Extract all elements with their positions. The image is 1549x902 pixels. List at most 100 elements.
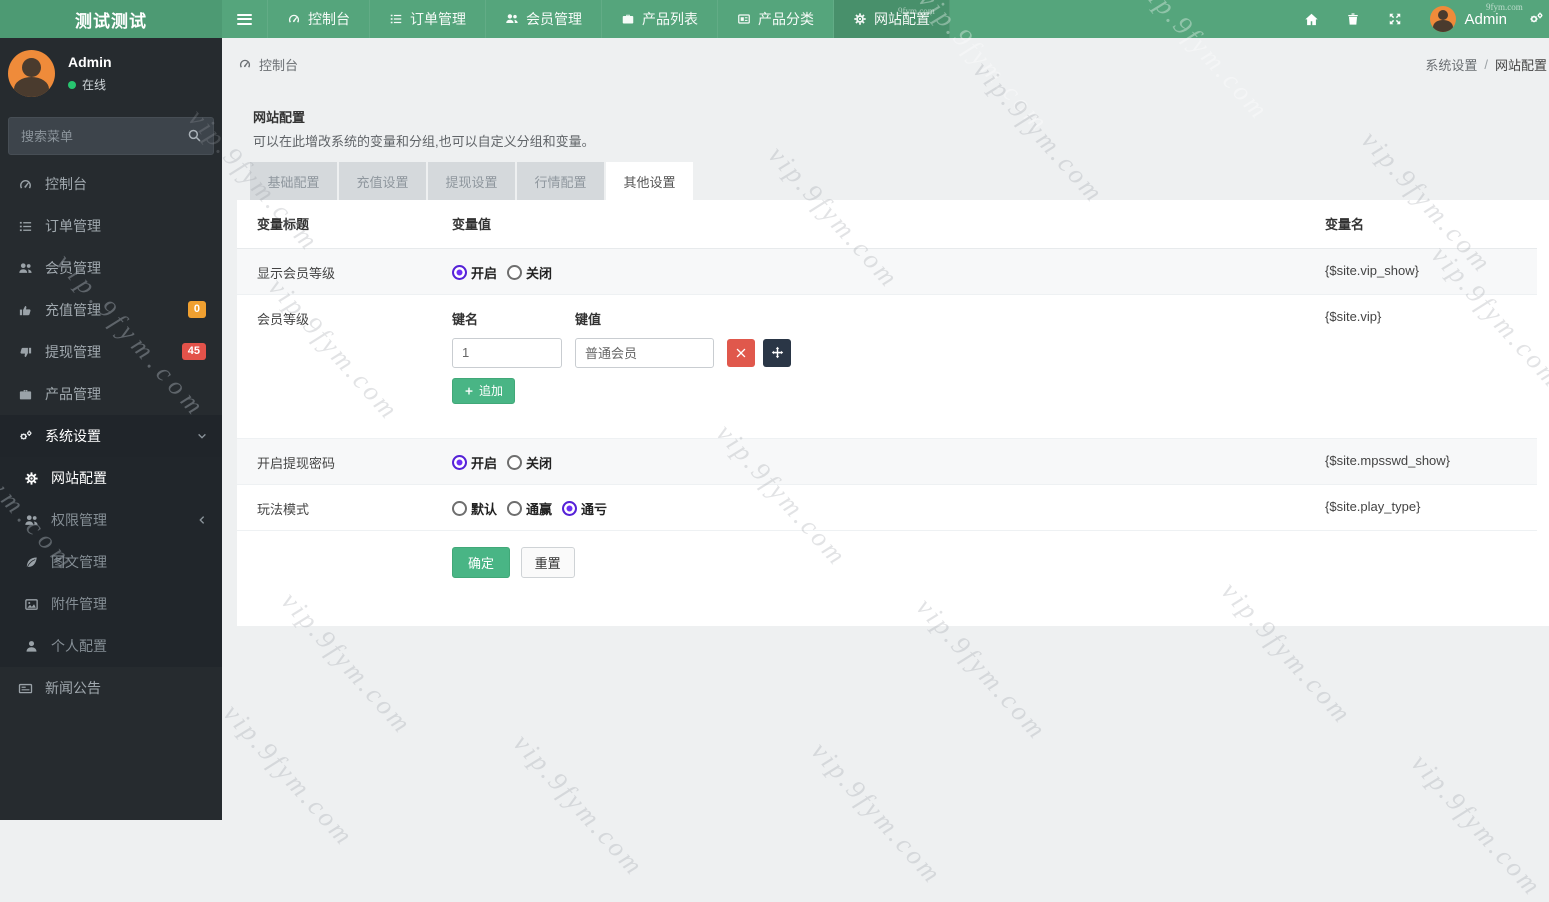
radio-label-default[interactable]: 默认 <box>471 499 497 518</box>
user-avatar[interactable] <box>1430 6 1456 32</box>
withdraw-password-radio-group: 开启 关闭 <box>452 453 1325 472</box>
home-button[interactable] <box>1290 0 1332 38</box>
sidebar-item-dashboard[interactable]: 控制台 <box>0 163 222 205</box>
trash-button[interactable] <box>1332 0 1374 38</box>
sidebar-toggle-button[interactable] <box>222 0 268 38</box>
sidebar-item-personal-config[interactable]: 个人配置 <box>0 625 222 667</box>
confirm-button[interactable]: 确定 <box>452 547 510 578</box>
radio-label-on[interactable]: 开启 <box>471 263 497 282</box>
avatar[interactable] <box>8 50 55 97</box>
reset-button[interactable]: 重置 <box>521 547 575 578</box>
sidebar-item-label: 个人配置 <box>51 636 107 656</box>
sidebar-item-label: 网站配置 <box>51 468 107 488</box>
gear-icon <box>853 12 867 26</box>
append-button-label: 追加 <box>479 382 503 399</box>
tab-market-config[interactable]: 行情配置 <box>517 162 604 200</box>
row-title: 开启提现密码 <box>237 438 452 484</box>
radio-label-off[interactable]: 关闭 <box>526 453 552 472</box>
radio-on[interactable] <box>452 455 467 470</box>
variable-name: {$site.mpsswd_show} <box>1325 438 1537 484</box>
page-heading: 控制台 <box>238 55 298 74</box>
key-value-input[interactable] <box>575 338 714 368</box>
home-icon <box>1304 12 1319 27</box>
delete-row-button[interactable] <box>727 339 755 367</box>
sidebar-item-members[interactable]: 会员管理 <box>0 247 222 289</box>
chevron-down-icon <box>196 430 208 442</box>
sidebar-item-label: 权限管理 <box>51 510 107 530</box>
topnav-item-orders[interactable]: 订单管理 <box>370 0 486 38</box>
table-row-withdraw-password: 开启提现密码 开启 关闭 {$site.mpsswd_show} <box>237 438 1537 484</box>
row-title: 会员等级 <box>237 294 452 438</box>
sidebar-item-system-settings[interactable]: 系统设置 <box>0 415 222 457</box>
gear-icon <box>22 471 40 486</box>
radio-all-win[interactable] <box>507 501 522 516</box>
sidebar-search <box>8 117 214 155</box>
list-icon <box>16 219 34 234</box>
append-button[interactable]: 追加 <box>452 378 515 404</box>
topnav-label: 订单管理 <box>410 9 466 29</box>
tab-withdraw-settings[interactable]: 提现设置 <box>428 162 515 200</box>
card-icon <box>737 12 751 26</box>
sidebar-item-product-manage[interactable]: 产品管理 <box>0 373 222 415</box>
search-icon[interactable] <box>187 128 202 143</box>
col-header-value: 变量值 <box>452 200 1325 248</box>
sidebar-item-site-config[interactable]: 网站配置 <box>0 457 222 499</box>
panel-body: 变量标题 变量值 变量名 显示会员等级 开启 关闭 <box>237 200 1549 626</box>
trash-icon <box>1346 12 1360 26</box>
radio-on[interactable] <box>452 265 467 280</box>
breadcrumb-parent[interactable]: 系统设置 <box>1425 55 1477 74</box>
sidebar-item-attachments[interactable]: 附件管理 <box>0 583 222 625</box>
radio-off[interactable] <box>507 455 522 470</box>
app-brand[interactable]: 测试测试 <box>0 0 222 38</box>
fullscreen-button[interactable] <box>1374 0 1416 38</box>
sidebar-item-label: 订单管理 <box>45 216 101 236</box>
tab-recharge-settings[interactable]: 充值设置 <box>339 162 426 200</box>
chevron-left-icon <box>196 514 208 526</box>
vip-show-radio-group: 开启 关闭 <box>452 263 1325 282</box>
drag-row-button[interactable] <box>763 339 791 367</box>
radio-off[interactable] <box>507 265 522 280</box>
sidebar-item-articles[interactable]: 图文管理 <box>0 541 222 583</box>
radio-label-all-lose[interactable]: 通亏 <box>581 499 607 518</box>
tab-other-settings[interactable]: 其他设置 <box>606 162 693 200</box>
top-nav: 控制台 订单管理 会员管理 产品列表 产品分类 网站配置 <box>268 0 950 38</box>
key-name-input[interactable] <box>452 338 562 368</box>
sidebar-item-label: 充值管理 <box>45 300 101 320</box>
key-value-header: 键值 <box>575 309 601 328</box>
radio-label-off[interactable]: 关闭 <box>526 263 552 282</box>
form-actions-row: 确定 重置 <box>237 530 1537 590</box>
radio-label-all-win[interactable]: 通赢 <box>526 499 552 518</box>
radio-all-lose[interactable] <box>562 501 577 516</box>
radio-label-on[interactable]: 开启 <box>471 453 497 472</box>
profile-status: 在线 <box>68 76 112 93</box>
tab-basic-config[interactable]: 基础配置 <box>250 162 337 200</box>
variable-name: {$site.vip_show} <box>1325 248 1537 294</box>
col-header-varname: 变量名 <box>1325 200 1537 248</box>
dashboard-icon <box>287 12 301 26</box>
search-input[interactable] <box>8 117 214 155</box>
users-icon <box>22 513 40 528</box>
sidebar-item-orders[interactable]: 订单管理 <box>0 205 222 247</box>
topnav-item-members[interactable]: 会员管理 <box>486 0 602 38</box>
sidebar: Admin 在线 控制台 订单管理 会员管理 充值管理 0 <box>0 38 222 820</box>
breadcrumb-current: 网站配置 <box>1495 55 1547 74</box>
kv-row <box>452 338 1325 368</box>
topnav-item-site-config[interactable]: 网站配置 <box>834 0 950 38</box>
sidebar-item-permissions[interactable]: 权限管理 <box>0 499 222 541</box>
breadcrumb: 系统设置 / 网站配置 <box>1425 55 1547 74</box>
sidebar-item-recharge[interactable]: 充值管理 0 <box>0 289 222 331</box>
newspaper-icon <box>16 681 34 696</box>
form-actions: 确定 重置 <box>452 545 1325 578</box>
briefcase-icon <box>16 387 34 402</box>
sidebar-item-withdraw[interactable]: 提现管理 45 <box>0 331 222 373</box>
username-menu[interactable]: Admin <box>1464 11 1507 28</box>
radio-default[interactable] <box>452 501 467 516</box>
topnav-item-dashboard[interactable]: 控制台 <box>268 0 370 38</box>
online-dot-icon <box>68 81 76 89</box>
topnav-item-categories[interactable]: 产品分类 <box>718 0 834 38</box>
hamburger-icon <box>237 14 252 25</box>
sidebar-item-news[interactable]: 新闻公告 <box>0 667 222 709</box>
config-tabs: 基础配置 充值设置 提现设置 行情配置 其他设置 <box>237 162 1549 200</box>
settings-button[interactable] <box>1523 0 1549 38</box>
topnav-item-products[interactable]: 产品列表 <box>602 0 718 38</box>
